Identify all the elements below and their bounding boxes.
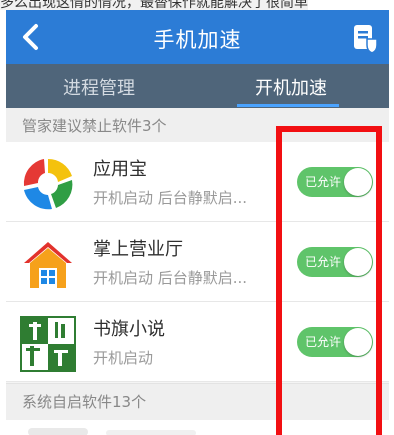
- yingyongbao-icon: [21, 157, 75, 211]
- tab-bar: 进程管理 开机加速: [6, 64, 389, 108]
- phone-screen: 手机加速 进程管理 开机加速 管家建议禁止软件3个 应用宝 开机启动 后台静默启…: [6, 10, 389, 435]
- title-bar: 手机加速: [6, 10, 389, 64]
- tab-process-manage[interactable]: 进程管理: [63, 74, 135, 100]
- red-highlight-box: [276, 126, 382, 435]
- caption-text: 多么出现这情的情况，最替保作就能解决了很简单: [0, 0, 308, 10]
- app-text-placeholder: [106, 430, 196, 435]
- app-desc: 开机启动 后台静默启...: [93, 189, 248, 207]
- app-icon-placeholder: [28, 428, 88, 435]
- app-name: 书旗小说: [93, 319, 165, 340]
- house-icon: [24, 242, 72, 288]
- app-name: 掌上营业厅: [93, 239, 183, 260]
- app-name: 应用宝: [93, 159, 147, 180]
- caption-strip: 多么出现这情的情况，最替保作就能解决了很简单: [0, 0, 394, 10]
- shuqi-icon: [20, 316, 76, 372]
- clipboard-shield-icon[interactable]: [351, 23, 379, 53]
- page-title: 手机加速: [153, 28, 242, 52]
- active-tab-indicator: [237, 104, 339, 107]
- app-desc: 开机启动 后台静默启...: [93, 269, 248, 287]
- app-desc: 开机启动: [93, 349, 154, 367]
- tab-boot-speedup[interactable]: 开机加速: [255, 74, 327, 100]
